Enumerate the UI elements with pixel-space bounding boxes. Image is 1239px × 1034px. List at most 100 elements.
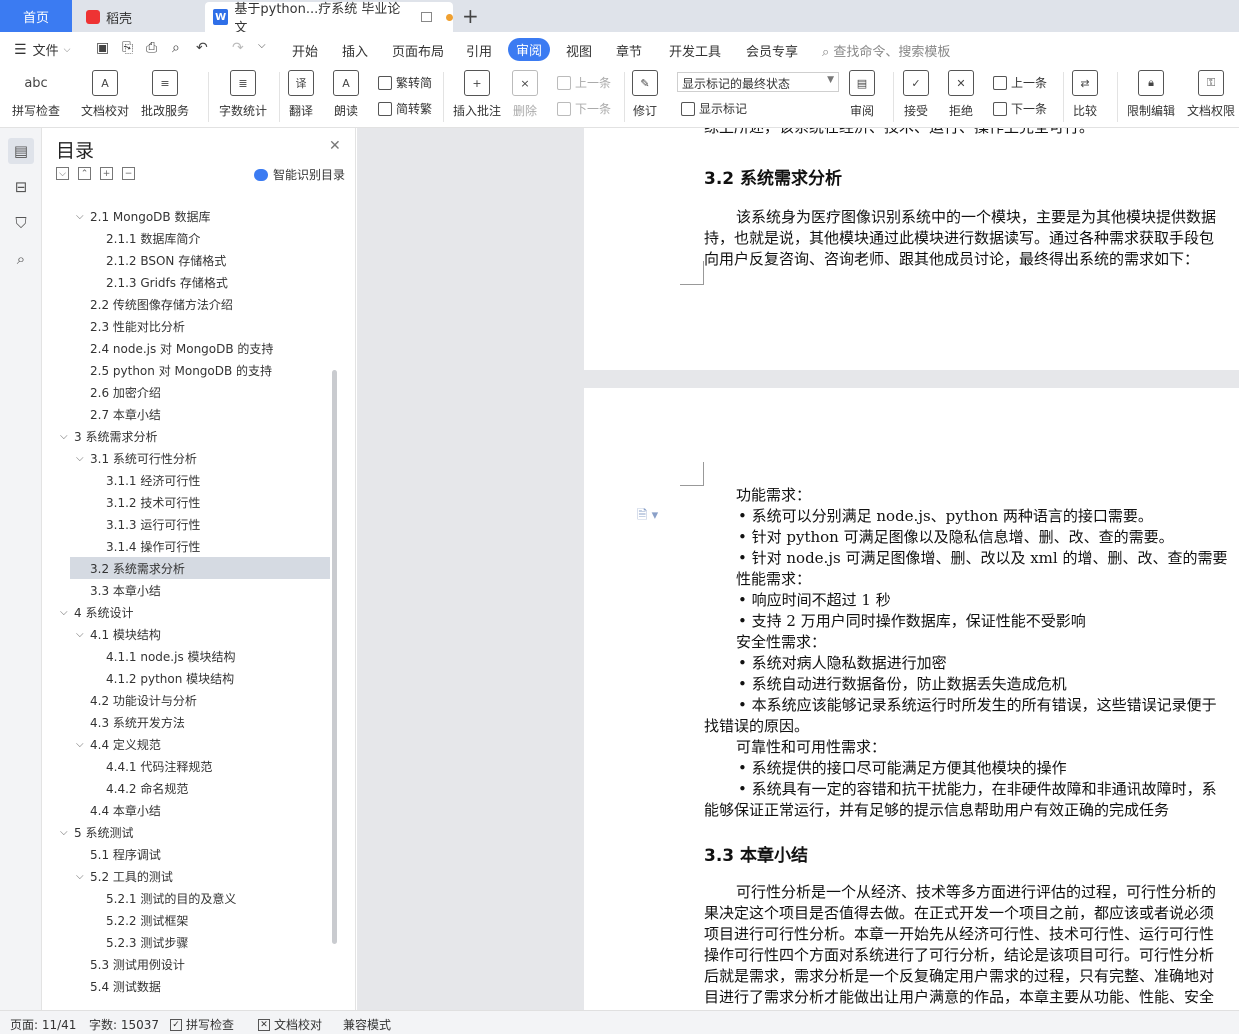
delete-comment-button[interactable]: × 删除 [512, 70, 538, 119]
chevron-down-icon[interactable]: ⌵ [60, 827, 68, 838]
prev-revision-button[interactable]: 上一条 [993, 74, 1047, 91]
search-icon[interactable]: ⌕ [8, 246, 34, 272]
export-pdf-icon[interactable]: ⎘ [122, 40, 133, 56]
toc-item[interactable]: ⌵ 2.1 MongoDB 数据库 [70, 205, 330, 227]
toc-item[interactable]: 2.2 传统图像存储方法介绍 [70, 293, 330, 315]
translate-button[interactable]: 译 翻译 [288, 70, 314, 119]
menu-insert[interactable]: 插入 [342, 41, 368, 60]
toc-item[interactable]: ⌵ 5.2 工具的测试 [70, 865, 330, 887]
chapter-nav-icon[interactable]: ⊟ [8, 174, 34, 200]
bookmark-icon[interactable]: ⛉ [8, 210, 34, 236]
toc-item[interactable]: 5.1 程序调试 [70, 843, 330, 865]
chevron-down-icon[interactable]: ⌵ [76, 211, 84, 222]
chevron-down-icon[interactable]: ⌵ [76, 739, 84, 750]
review-pane-button[interactable]: ▤ 审阅 [849, 70, 875, 119]
toc-item[interactable]: 5.3 测试用例设计 [70, 953, 330, 975]
tab-document[interactable]: W 基于python...疗系统 毕业论文 [205, 2, 453, 36]
trad-to-simp-button[interactable]: 繁转简 [378, 74, 432, 91]
doccheck-button[interactable]: A 文档校对 [81, 70, 129, 119]
toc-item[interactable]: 4.4 本章小结 [70, 799, 330, 821]
reject-button[interactable]: ✕ 拒绝 [948, 70, 974, 119]
close-icon[interactable]: ✕ [329, 138, 341, 154]
toc-item[interactable]: 2.3 性能对比分析 [70, 315, 330, 337]
toc-item[interactable]: 2.1.1 数据库简介 [70, 227, 330, 249]
toc-item[interactable]: 2.4 node.js 对 MongoDB 的支持 [70, 337, 330, 359]
simp-to-trad-button[interactable]: 简转繁 [378, 100, 432, 117]
toc-item[interactable]: 3.2 系统需求分析 [70, 557, 330, 579]
print-icon[interactable]: ⎙ [146, 40, 157, 56]
next-comment-button[interactable]: 下一条 [557, 100, 611, 117]
tab-daoke[interactable]: 稻壳 [76, 2, 200, 32]
menu-review[interactable]: 审阅 [508, 38, 551, 61]
toc-item[interactable]: 3.3 本章小结 [70, 579, 330, 601]
toc-item[interactable]: ⌵ 3.1 系统可行性分析 [70, 447, 330, 469]
new-tab-button[interactable]: + [462, 4, 479, 28]
read-aloud-button[interactable]: A 朗读 [333, 70, 359, 119]
restrict-edit-button[interactable]: 🔒︎ 限制编辑 [1127, 70, 1175, 119]
toc-item[interactable]: ⌵ 4.1 模块结构 [70, 623, 330, 645]
menu-reference[interactable]: 引用 [466, 41, 492, 60]
toc-item[interactable]: 2.6 加密介绍 [70, 381, 330, 403]
spellcheck-button[interactable]: abc 拼写检查 [12, 70, 60, 119]
print-preview-icon[interactable]: ⌕ [172, 40, 180, 56]
doc-note-icon[interactable]: 🗎︎ ▾ [637, 506, 658, 528]
show-markup-button[interactable]: 显示标记 [681, 100, 747, 117]
add-heading-icon[interactable]: + [100, 167, 113, 180]
page-indicator[interactable]: 页面: 11/41 [10, 1016, 76, 1033]
toc-item[interactable]: 4.4.1 代码注释规范 [70, 755, 330, 777]
prev-comment-button[interactable]: 上一条 [557, 74, 611, 91]
spellcheck-status[interactable]: ✓ 拼写检查 [170, 1016, 234, 1033]
compare-button[interactable]: ⇄ 比较 [1072, 70, 1098, 119]
tab-home[interactable]: 首页 [0, 0, 72, 32]
command-search[interactable]: ⌕ 查找命令、搜索模板 [822, 41, 950, 60]
toc-item[interactable]: 3.1.2 技术可行性 [70, 491, 330, 513]
insert-comment-button[interactable]: + 插入批注 [453, 70, 501, 119]
toc-item[interactable]: 2.1.2 BSON 存储格式 [70, 249, 330, 271]
doc-permission-button[interactable]: ⚿ 文档权限 [1187, 70, 1235, 119]
toc-icon[interactable]: ▤ [8, 138, 34, 164]
toc-item[interactable]: 4.2 功能设计与分析 [70, 689, 330, 711]
toc-item[interactable]: ⌵ 3 系统需求分析 [60, 425, 330, 447]
remove-heading-icon[interactable]: − [122, 167, 135, 180]
toc-item[interactable]: 4.3 系统开发方法 [70, 711, 330, 733]
collapse-all-icon[interactable]: ⌵ [56, 167, 69, 180]
revise-button[interactable]: ✎ 修订 [632, 70, 658, 119]
word-count[interactable]: 字数: 15037 [89, 1016, 159, 1033]
chevron-down-icon[interactable]: ⌵ [60, 431, 68, 442]
toc-item[interactable]: 2.1.3 Gridfs 存储格式 [70, 271, 330, 293]
menu-layout[interactable]: 页面布局 [392, 41, 444, 60]
menu-view[interactable]: 视图 [566, 41, 592, 60]
toc-item[interactable]: 3.1.3 运行可行性 [70, 513, 330, 535]
toc-item[interactable]: 2.7 本章小结 [70, 403, 330, 425]
toc-scrollbar[interactable] [332, 370, 337, 944]
toc-item[interactable]: 5.2.3 测试步骤 [70, 931, 330, 953]
menu-start[interactable]: 开始 [292, 41, 318, 60]
toc-item[interactable]: 2.5 python 对 MongoDB 的支持 [70, 359, 330, 381]
menu-chapter[interactable]: 章节 [616, 41, 642, 60]
toc-item[interactable]: 3.1.1 经济可行性 [70, 469, 330, 491]
toc-item[interactable]: ⌵ 4.4 定义规范 [70, 733, 330, 755]
expand-all-icon[interactable]: ⌃ [78, 167, 91, 180]
toc-item[interactable]: 4.1.1 node.js 模块结构 [70, 645, 330, 667]
proofread-status[interactable]: ✕ 文档校对 [258, 1016, 322, 1033]
toc-item[interactable]: 3.1.4 操作可行性 [70, 535, 330, 557]
toc-item[interactable]: 5.2.1 测试的目的及意义 [70, 887, 330, 909]
toc-item[interactable]: 5.4 测试数据 [70, 975, 330, 997]
chevron-down-icon[interactable]: ⌵ [76, 453, 84, 464]
next-revision-button[interactable]: 下一条 [993, 100, 1047, 117]
quick-access-more-icon[interactable]: ⌵ [258, 40, 266, 51]
menu-devtools[interactable]: 开发工具 [669, 41, 721, 60]
smart-toc-button[interactable]: 智能识别目录 [254, 166, 345, 183]
save-icon[interactable]: ▣ [96, 40, 109, 56]
toc-item[interactable]: ⌵ 4 系统设计 [60, 601, 330, 623]
accept-button[interactable]: ✓ 接受 [903, 70, 929, 119]
menu-member[interactable]: 会员专享 [746, 41, 798, 60]
markup-state-select[interactable]: 显示标记的最终状态 ▼ [677, 72, 839, 92]
toc-item[interactable]: 5.2.2 测试框架 [70, 909, 330, 931]
file-menu[interactable]: ☰ 文件 ⌵ [14, 40, 70, 60]
chevron-down-icon[interactable]: ⌵ [60, 607, 68, 618]
redo-icon[interactable]: ↷ [232, 40, 244, 56]
undo-icon[interactable]: ↶ [196, 40, 208, 56]
toc-item[interactable]: 4.1.2 python 模块结构 [70, 667, 330, 689]
toc-item[interactable]: ⌵ 5 系统测试 [60, 821, 330, 843]
